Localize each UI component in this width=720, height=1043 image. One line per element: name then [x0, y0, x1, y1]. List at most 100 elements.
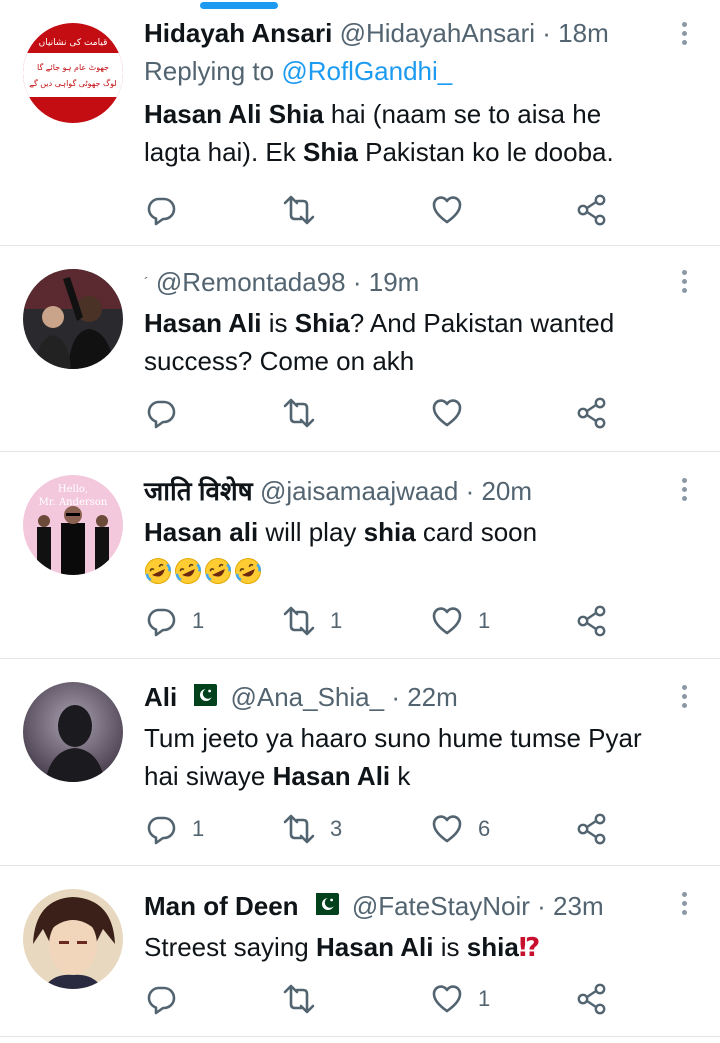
reply-count: 1 — [192, 608, 205, 633]
username[interactable]: @Remontada98 — [156, 267, 346, 297]
avatar-text: قیامت کی نشانیاں — [39, 38, 108, 48]
timestamp[interactable]: · 22m — [391, 682, 457, 712]
share-icon — [575, 396, 609, 430]
text-run: Streest saying — [144, 932, 316, 963]
share-icon — [575, 982, 609, 1016]
more-options-icon[interactable] — [680, 22, 688, 45]
replying-prefix: Replying to — [144, 56, 282, 86]
exclamation-question-mark: ⁉ — [518, 932, 541, 963]
avatar-image — [23, 682, 123, 782]
tweet-actions: 1 1 1 — [140, 601, 640, 641]
like-button[interactable] — [430, 190, 478, 230]
timestamp[interactable]: · 23m — [537, 891, 603, 921]
avatar-image — [23, 889, 123, 989]
text-run: card soon — [415, 517, 538, 547]
tweet[interactable]: Man of Deen @FateStayNoir · 23m Streest … — [0, 866, 720, 1037]
retweet-icon — [282, 982, 316, 1016]
tweet[interactable]: ´ @Remontada98 · 19m Hasan Ali is Shia? … — [0, 246, 720, 452]
avatar-text: جھوٹ عام ہو جائے گا — [37, 62, 109, 72]
username[interactable]: @HidayahAnsari — [340, 18, 535, 48]
like-icon — [430, 604, 464, 638]
avatar-image: Hello, Mr. Anderson — [23, 475, 123, 575]
avatar-text: Hello, — [58, 484, 88, 495]
tweet-header: ´ @Remontada98 · 19m — [144, 267, 420, 297]
avatar[interactable]: قیامت کی نشانیاں جھوٹ عام ہو جائے گا لوگ… — [23, 23, 123, 123]
display-name[interactable]: Ali — [144, 682, 177, 712]
share-button[interactable] — [575, 601, 609, 641]
tweet[interactable]: Hello, Mr. Anderson जाति विशेष @jaisamaa… — [0, 452, 720, 659]
timestamp[interactable]: · 18m — [542, 18, 608, 48]
retweet-icon — [282, 812, 316, 846]
tweet-actions — [140, 393, 640, 433]
tweet-actions: 1 3 6 — [140, 809, 640, 849]
display-name[interactable]: जाति विशेष — [144, 476, 253, 506]
more-options-icon[interactable] — [680, 892, 688, 915]
replying-to: Replying to @RoflGandhi_ — [144, 55, 662, 87]
tweet[interactable]: قیامت کی نشانیاں جھوٹ عام ہو جائے گا لوگ… — [0, 0, 720, 246]
retweet-button[interactable]: 1 — [282, 601, 342, 641]
more-options-icon[interactable] — [680, 270, 688, 293]
tweet[interactable]: Ali @Ana_Shia_ · 22m Tum jeeto ya haaro … — [0, 659, 720, 866]
timestamp[interactable]: · 19m — [353, 267, 419, 297]
avatar[interactable]: Hello, Mr. Anderson — [23, 475, 123, 575]
reply-icon — [144, 604, 178, 638]
display-name[interactable]: Man of Deen — [144, 891, 299, 921]
retweet-icon — [282, 193, 316, 227]
like-count: 1 — [478, 986, 491, 1011]
share-icon — [575, 812, 609, 846]
highlighted-text: Hasan ali — [144, 517, 259, 547]
like-icon — [430, 982, 464, 1016]
reply-button[interactable]: 1 — [144, 601, 204, 641]
reply-icon — [144, 982, 178, 1016]
like-button[interactable]: 1 — [430, 979, 490, 1019]
tweet-text: Streest saying Hasan Ali is shia⁉ — [144, 928, 662, 966]
share-button[interactable] — [575, 809, 609, 849]
reply-button[interactable] — [144, 393, 192, 433]
retweet-icon — [282, 396, 316, 430]
tweet-header: Ali @Ana_Shia_ · 22m — [144, 681, 662, 713]
reply-icon — [144, 396, 178, 430]
like-count: 6 — [478, 816, 491, 841]
text-run: Pakistan ko le dooba. — [357, 137, 614, 167]
reply-count: 1 — [192, 816, 205, 841]
highlighted-text: Shia — [294, 308, 350, 338]
avatar[interactable] — [23, 889, 123, 989]
username[interactable]: @jaisamaajwaad — [260, 476, 458, 506]
tweet-header: Hidayah Ansari @HidayahAnsari · 18m — [144, 17, 662, 49]
more-options-icon[interactable] — [680, 685, 688, 708]
avatar[interactable] — [23, 269, 123, 369]
retweet-count: 1 — [330, 608, 343, 633]
share-button[interactable] — [575, 393, 609, 433]
display-name[interactable]: Hidayah Ansari — [144, 18, 332, 48]
highlighted-text: shia — [363, 517, 416, 547]
retweet-button[interactable]: 3 — [282, 809, 342, 849]
like-button[interactable]: 1 — [430, 601, 490, 641]
more-options-icon[interactable] — [680, 478, 688, 501]
text-run: will play — [258, 517, 364, 547]
reply-icon — [144, 193, 178, 227]
highlighted-text: Hasan Ali — [144, 308, 262, 338]
share-button[interactable] — [575, 190, 609, 230]
reply-button[interactable] — [144, 190, 192, 230]
avatar[interactable] — [23, 682, 123, 782]
username[interactable]: @FateStayNoir — [352, 891, 530, 921]
reply-button[interactable] — [144, 979, 192, 1019]
avatar-text: لوگ جھوٹی گواہی دیں گے — [29, 78, 116, 88]
tweet-actions — [140, 190, 640, 230]
mention-link[interactable]: @RoflGandhi_ — [281, 56, 452, 86]
text-run: is — [261, 308, 295, 338]
retweet-button[interactable] — [282, 393, 330, 433]
username[interactable]: @Ana_Shia_ — [230, 682, 384, 712]
highlighted-text: Hasan Ali — [272, 761, 391, 792]
like-button[interactable] — [430, 393, 478, 433]
retweet-button[interactable] — [282, 979, 330, 1019]
tweet-text: Hasan ali will play shia card soon — [144, 513, 662, 551]
tweet-text: Hasan Ali is Shia? And Pakistan wanted s… — [144, 304, 662, 380]
timestamp[interactable]: · 20m — [466, 476, 532, 506]
like-button[interactable]: 6 — [430, 809, 490, 849]
emoji-row — [144, 551, 662, 587]
tweet-header: जाति विशेष @jaisamaajwaad · 20m — [144, 475, 662, 507]
reply-button[interactable]: 1 — [144, 809, 204, 849]
share-button[interactable] — [575, 979, 609, 1019]
retweet-button[interactable] — [282, 190, 330, 230]
